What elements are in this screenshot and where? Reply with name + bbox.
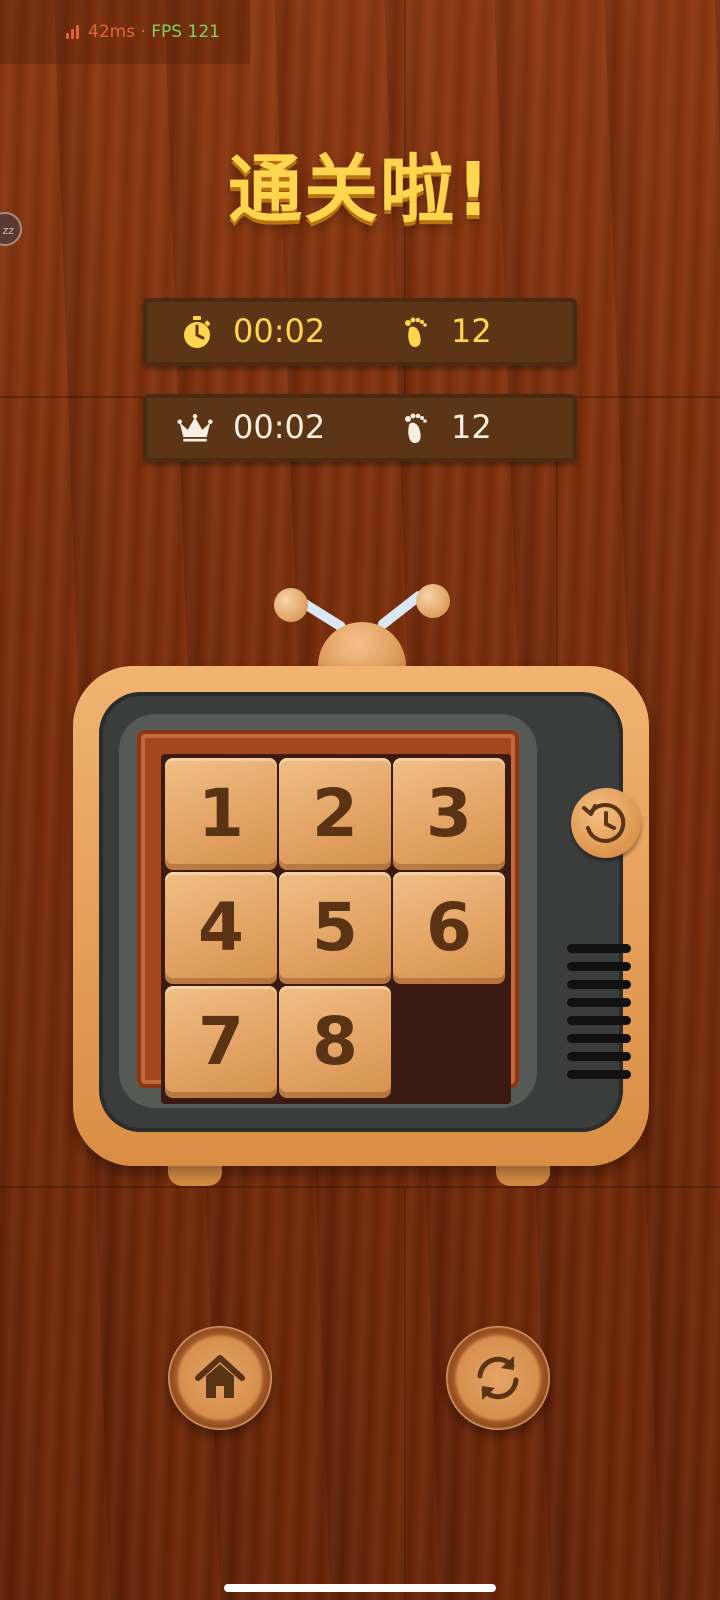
screen-rim: 1 2 3 4 5 6 7 8 (119, 714, 537, 1108)
best-result-bar: 00:02 12 (143, 394, 577, 462)
current-result-bar: 00:02 12 (143, 298, 577, 366)
speaker-grille (567, 962, 631, 971)
tile-7[interactable]: 7 (165, 986, 277, 1098)
speaker-grille (567, 998, 631, 1007)
current-time: 00:02 (233, 312, 326, 350)
latency-text: 42ms (88, 22, 136, 42)
tile-8[interactable]: 8 (279, 986, 391, 1098)
current-steps: 12 (451, 312, 492, 350)
fps-text: FPS 121 (151, 22, 220, 42)
home-button[interactable] (168, 1326, 272, 1430)
footprint-icon (405, 413, 427, 443)
tile-6[interactable]: 6 (393, 872, 505, 984)
undo-button[interactable] (571, 788, 641, 858)
speaker-grille (567, 1052, 631, 1061)
tile-4[interactable]: 4 (165, 872, 277, 984)
tile-3[interactable]: 3 (393, 758, 505, 870)
speaker-grille (567, 944, 631, 953)
page-title: 通关啦! (228, 147, 492, 233)
speaker-grille (567, 980, 631, 989)
tile-5[interactable]: 5 (279, 872, 391, 984)
history-icon (582, 802, 626, 843)
home-indicator[interactable] (224, 1584, 496, 1592)
tv-panel: 1 2 3 4 5 6 7 8 (99, 692, 641, 1132)
tv-frame: 1 2 3 4 5 6 7 8 (73, 666, 649, 1166)
tile-2[interactable]: 2 (279, 758, 391, 870)
speaker-grille (567, 1034, 631, 1043)
perf-overlay: 42ms · FPS 121 (0, 0, 250, 64)
best-time: 00:02 (233, 408, 326, 446)
crown-icon (177, 414, 213, 442)
antenna-ball (416, 584, 450, 618)
speaker-grille (567, 1016, 631, 1025)
antenna-ball (274, 588, 308, 622)
stopwatch-icon (184, 316, 211, 348)
puzzle-board: 1 2 3 4 5 6 7 8 (161, 754, 511, 1104)
home-icon (195, 1355, 245, 1398)
footprint-icon (405, 317, 427, 347)
signal-icon (66, 25, 82, 39)
restart-button[interactable] (446, 1326, 550, 1430)
tile-1[interactable]: 1 (165, 758, 277, 870)
refresh-icon (477, 1356, 519, 1400)
best-steps: 12 (451, 408, 492, 446)
perf-text: 42ms · FPS 121 (88, 22, 220, 42)
plank-seam (404, 1186, 406, 1600)
plank-seam (0, 1186, 720, 1188)
speaker-grille (567, 1070, 631, 1079)
